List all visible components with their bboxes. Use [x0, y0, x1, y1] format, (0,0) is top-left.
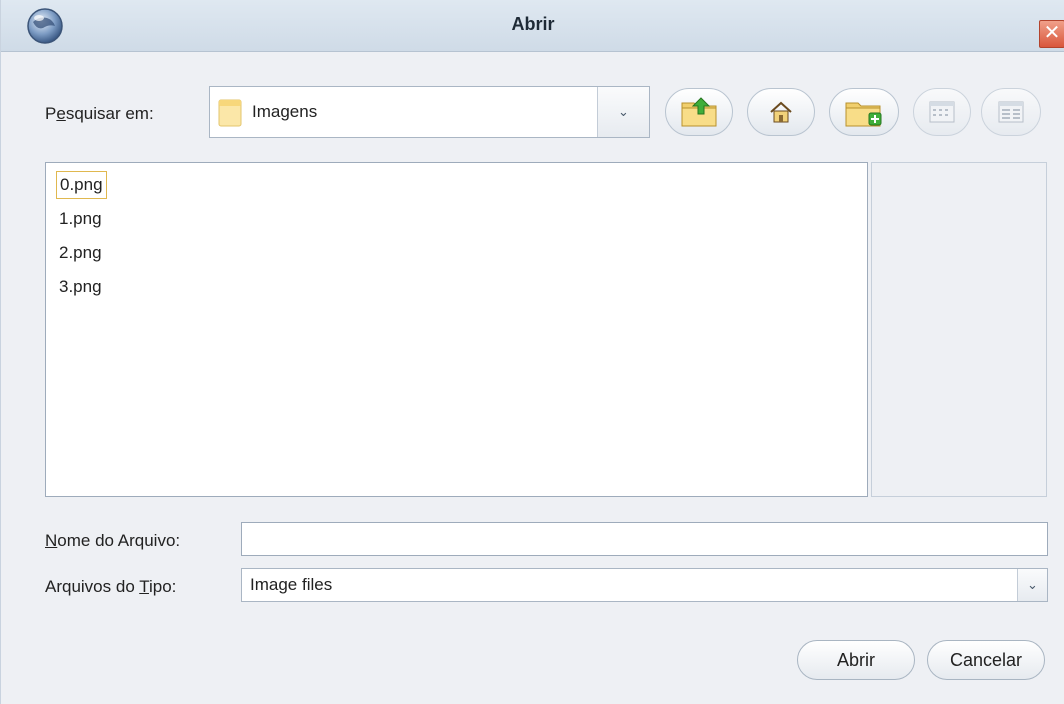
file-type-combo[interactable]: Image files ⌄ — [241, 568, 1048, 602]
file-type-value: Image files — [250, 575, 333, 594]
up-folder-button[interactable] — [665, 88, 733, 136]
file-list[interactable]: 0.png 1.png 2.png 3.png — [45, 162, 868, 497]
file-item[interactable]: 2.png — [56, 240, 105, 268]
list-view-icon — [929, 101, 955, 123]
open-dialog: Abrir ✕ Pesquisar em: Imagens ⌄ 0.png 1.… — [0, 0, 1064, 704]
file-type-dropdown-button[interactable]: ⌄ — [1017, 569, 1047, 601]
new-folder-icon — [845, 102, 882, 127]
list-view-button[interactable] — [913, 88, 971, 136]
chevron-down-icon: ⌄ — [618, 104, 629, 119]
folder-up-icon — [681, 97, 717, 127]
folder-icon — [218, 99, 242, 127]
new-folder-button[interactable] — [829, 88, 899, 136]
open-button[interactable]: Abrir — [797, 640, 915, 680]
file-item[interactable]: 1.png — [56, 206, 105, 234]
close-button[interactable]: ✕ — [1039, 20, 1064, 48]
file-name-input[interactable] — [241, 522, 1048, 556]
title-bar[interactable]: Abrir ✕ — [1, 0, 1064, 52]
file-item[interactable]: 3.png — [56, 274, 105, 302]
look-in-combo[interactable]: Imagens ⌄ — [209, 86, 650, 138]
file-item[interactable]: 0.png — [56, 171, 107, 199]
home-icon — [770, 101, 792, 123]
file-name-label: Nome do Arquivo: — [45, 531, 181, 550]
look-in-dropdown-button[interactable]: ⌄ — [597, 87, 649, 137]
details-view-icon — [998, 101, 1024, 123]
home-button[interactable] — [747, 88, 815, 136]
preview-panel — [871, 162, 1047, 497]
look-in-value: Imagens — [252, 102, 318, 121]
chevron-down-icon: ⌄ — [1027, 577, 1038, 592]
look-in-label: Pesquisar em: — [45, 104, 154, 123]
dialog-title: Abrir — [511, 14, 555, 34]
cancel-button[interactable]: Cancelar — [927, 640, 1045, 680]
details-view-button[interactable] — [981, 88, 1041, 136]
file-type-label: Arquivos do Tipo: — [45, 577, 177, 596]
